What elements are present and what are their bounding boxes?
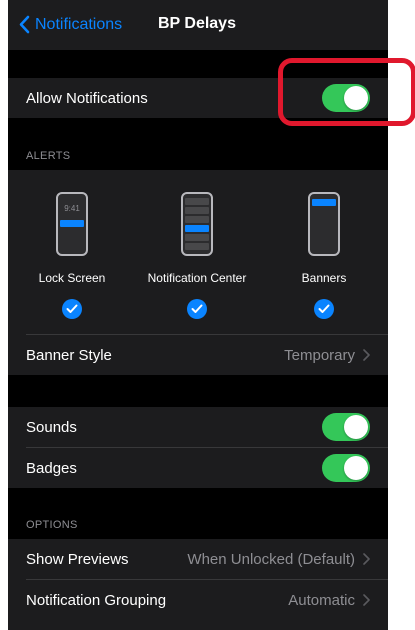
- alert-option-notification-center[interactable]: Notification Center: [133, 170, 263, 330]
- show-previews-value-group: When Unlocked (Default): [187, 551, 370, 568]
- alert-option-lock-screen[interactable]: 9:41 Lock Screen: [8, 170, 138, 330]
- options-group: Show Previews When Unlocked (Default) No…: [8, 539, 388, 630]
- nc-row-2: [185, 207, 209, 214]
- nc-row-4: [185, 234, 209, 241]
- chevron-right-icon: [363, 553, 370, 565]
- chevron-right-icon: [363, 349, 370, 361]
- lock-screen-phone-icon: 9:41: [56, 192, 88, 256]
- banner-style-label: Banner Style: [26, 346, 112, 364]
- lock-screen-banner: [60, 220, 84, 227]
- lock-screen-label: Lock Screen: [38, 271, 106, 285]
- sounds-row: Sounds: [8, 407, 388, 447]
- banners-checkmark-icon: [314, 299, 334, 319]
- notification-grouping-value-group: Automatic: [288, 592, 370, 609]
- notification-center-phone-icon: [181, 192, 213, 256]
- toggle-knob: [344, 415, 368, 439]
- sounds-label: Sounds: [26, 418, 77, 436]
- banners-banner: [312, 199, 336, 206]
- sounds-badges-group: Sounds Badges: [8, 407, 388, 488]
- sounds-toggle[interactable]: [322, 413, 370, 441]
- alert-option-banners[interactable]: Banners: [260, 170, 388, 330]
- notification-center-checkmark-icon: [187, 299, 207, 319]
- alerts-group: 9:41 Lock Screen Notification Center Ban…: [8, 170, 388, 375]
- nc-row-active: [185, 225, 209, 232]
- allow-notifications-label: Allow Notifications: [26, 89, 148, 107]
- banner-style-row[interactable]: Banner Style Temporary: [8, 335, 388, 375]
- badges-label: Badges: [26, 459, 77, 477]
- nc-row-1: [185, 198, 209, 205]
- nc-row-3: [185, 216, 209, 223]
- show-previews-value: When Unlocked (Default): [187, 550, 355, 568]
- highlight-annotation: [278, 58, 415, 126]
- page-title-text: BP Delays: [158, 15, 236, 32]
- show-previews-label: Show Previews: [26, 550, 129, 568]
- page-title: BP Delays: [8, 15, 388, 33]
- alerts-section-header: ALERTS: [26, 150, 71, 162]
- banners-phone-icon: [308, 192, 340, 256]
- show-previews-row[interactable]: Show Previews When Unlocked (Default): [8, 539, 388, 579]
- notification-center-label: Notification Center: [147, 271, 247, 285]
- banners-label: Banners: [301, 271, 347, 285]
- badges-toggle[interactable]: [322, 454, 370, 482]
- notification-grouping-label: Notification Grouping: [26, 591, 167, 609]
- nc-row-5: [185, 243, 209, 250]
- chevron-right-icon: [363, 594, 370, 606]
- notification-grouping-value: Automatic: [288, 591, 355, 609]
- options-section-header: OPTIONS: [26, 519, 78, 531]
- banner-style-value: Temporary: [284, 346, 355, 364]
- badges-row: Badges: [8, 448, 388, 488]
- notification-grouping-row[interactable]: Notification Grouping Automatic: [8, 580, 388, 620]
- lock-screen-checkmark-icon: [62, 299, 82, 319]
- lock-screen-time: 9:41: [64, 204, 80, 213]
- toggle-knob: [344, 456, 368, 480]
- navigation-bar: Notifications BP Delays: [8, 0, 388, 50]
- banner-style-value-group: Temporary: [284, 347, 370, 364]
